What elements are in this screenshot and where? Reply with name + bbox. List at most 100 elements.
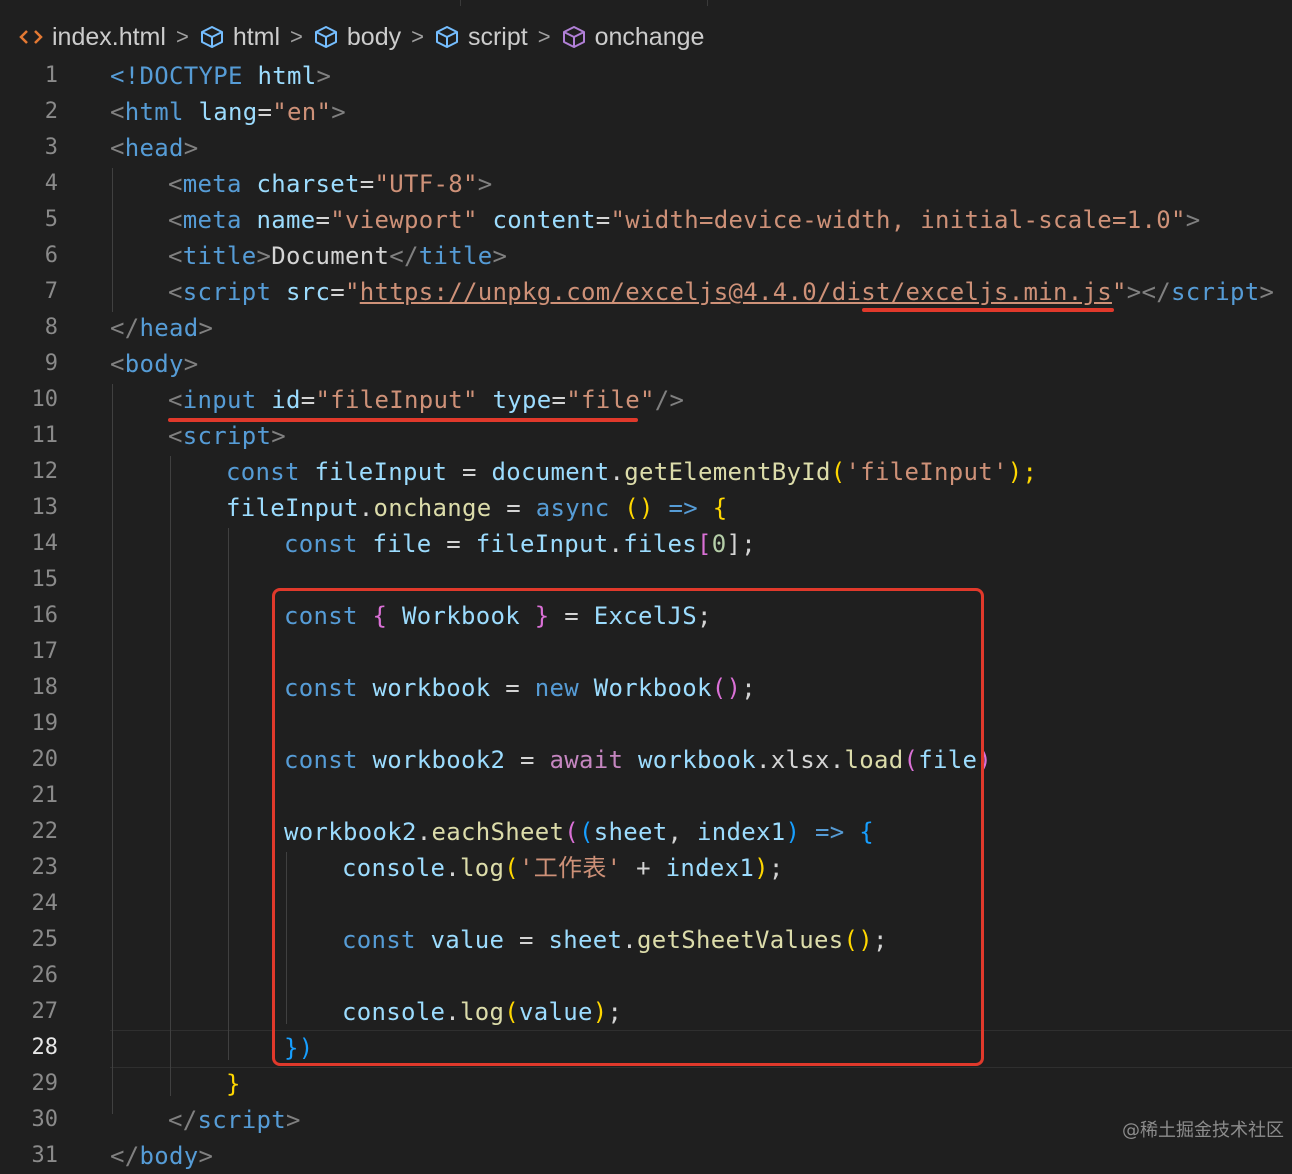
chevron-right-icon: >: [411, 24, 424, 49]
line-number: 18: [31, 675, 59, 700]
token: >: [477, 170, 493, 198]
line-number: 9: [44, 351, 58, 376]
cube-icon: [434, 24, 460, 50]
line-number: 14: [31, 531, 59, 556]
token: </: [110, 1142, 140, 1170]
line-number: 22: [31, 819, 59, 844]
breadcrumb-item-index-html[interactable]: index.html: [18, 23, 166, 52]
token: "viewport": [330, 206, 478, 234]
token: ></: [1126, 278, 1171, 306]
line-number: 29: [31, 1071, 59, 1096]
token: "file": [566, 386, 655, 414]
token: id: [256, 386, 301, 414]
breadcrumb-item-body[interactable]: body: [313, 23, 401, 52]
token: >: [1185, 206, 1201, 234]
code-line-4: <meta charset="UTF-8">: [168, 166, 493, 202]
line-number: 2: [44, 99, 58, 124]
token: Document: [271, 242, 390, 270]
token: =: [359, 170, 375, 198]
breadcrumb-label: index.html: [52, 22, 166, 51]
token: />: [654, 386, 685, 414]
code-line-6: <title>Document</title>: [168, 238, 507, 274]
token: "fileInput": [315, 386, 478, 414]
line-number: 13: [31, 495, 59, 520]
line-number: 25: [31, 927, 59, 952]
token: >: [271, 422, 286, 450]
code-line-11: <script>: [168, 418, 286, 454]
cube-icon: [313, 24, 339, 50]
code-line-29: }: [226, 1066, 241, 1102]
annotation-underline-script: [862, 308, 1114, 312]
method-cube-icon: [561, 24, 587, 50]
token: >: [1259, 278, 1275, 306]
token: script: [1170, 278, 1260, 306]
token: head: [139, 314, 199, 342]
token: <: [168, 278, 183, 306]
code-line-7: <script src="https://unpkg.com/exceljs@4…: [168, 274, 1274, 310]
token: html: [242, 62, 317, 90]
line-number: 3: [44, 135, 58, 160]
token: script: [182, 422, 272, 450]
token: </: [168, 1106, 198, 1134]
token: title: [182, 242, 257, 270]
watermark: @稀土掘金技术社区: [1122, 1120, 1284, 1141]
code-line-12: const fileInput = document.getElementByI…: [226, 454, 1037, 490]
breadcrumb-label: html: [232, 22, 281, 51]
token: ": [1111, 278, 1127, 306]
token: <: [168, 422, 183, 450]
breadcrumb-item-onchange[interactable]: onchange: [561, 22, 705, 52]
html-file-icon: [18, 24, 44, 50]
token: charset: [241, 170, 360, 198]
code-line-1: <!DOCTYPE html>: [110, 58, 331, 94]
token: (): [624, 494, 654, 522]
line-number: 30: [31, 1107, 59, 1132]
token: 0: [711, 530, 727, 558]
line-number: 7: [44, 279, 58, 304]
token: );: [1007, 458, 1038, 486]
token: onchange: [373, 494, 492, 522]
line-number: 15: [31, 567, 59, 592]
line-number: 31: [31, 1143, 59, 1168]
token: =: [431, 530, 476, 558]
line-number-current: 28: [31, 1035, 59, 1060]
token: ": [345, 278, 360, 306]
token: fileInput: [475, 530, 609, 558]
token: >: [183, 134, 199, 162]
breadcrumb-item-script[interactable]: script: [434, 23, 528, 52]
token: <: [168, 170, 183, 198]
code-line-10: <input id="fileInput" type="file"/>: [168, 382, 684, 418]
token: fileInput: [299, 458, 448, 486]
line-number: 23: [31, 855, 59, 880]
line-number: 27: [31, 999, 59, 1024]
token: <: [168, 206, 183, 234]
breadcrumb-item-html[interactable]: html: [199, 23, 280, 52]
token: </: [110, 314, 140, 342]
token: script: [182, 278, 272, 306]
token: const: [284, 530, 358, 558]
line-number: 17: [31, 639, 59, 664]
code-line-9: <body>: [110, 346, 199, 382]
token: "UTF-8": [374, 170, 478, 198]
token: meta: [182, 170, 242, 198]
token: name: [241, 206, 316, 234]
token: body: [139, 1142, 199, 1170]
line-number: 4: [44, 171, 58, 196]
token: =: [447, 458, 492, 486]
chevron-right-icon: >: [290, 24, 303, 49]
code-line-3: <head>: [110, 130, 199, 166]
line-number: 10: [31, 387, 59, 412]
breadcrumb: index.html > html > body > script > onch…: [18, 18, 704, 56]
token: }: [226, 1070, 241, 1098]
token: >: [492, 242, 508, 270]
script-src-link[interactable]: https://unpkg.com/exceljs@4.4.0/dist/exc…: [360, 278, 1112, 306]
token: "width=device-width, initial-scale=1.0": [610, 206, 1186, 234]
annotation-box: [272, 588, 984, 1066]
token: =: [315, 206, 331, 234]
token: >: [256, 242, 272, 270]
code-line-5: <meta name="viewport" content="width=dev…: [168, 202, 1200, 238]
breadcrumb-label: onchange: [594, 22, 705, 51]
token: <: [168, 242, 183, 270]
chevron-right-icon: >: [537, 24, 551, 49]
token: =>: [653, 494, 713, 522]
